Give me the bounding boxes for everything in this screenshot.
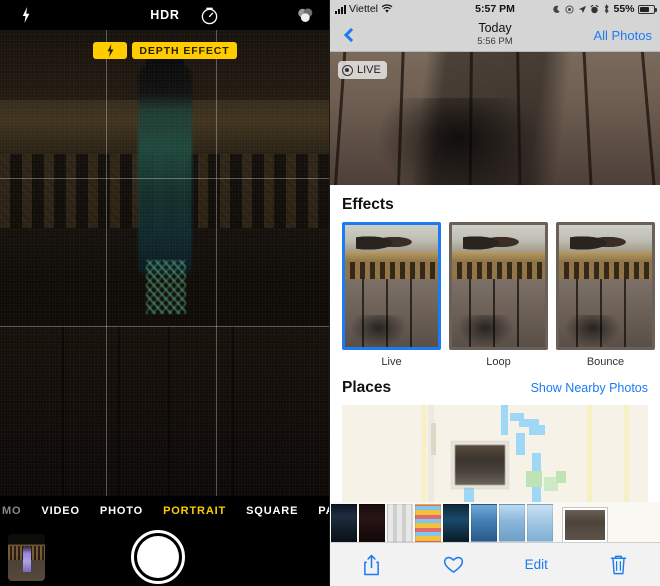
camera-mode-photo[interactable]: PHOTO [90,505,153,517]
places-title: Places [342,379,392,396]
moon-icon [553,5,560,13]
trash-icon [611,555,627,575]
photo-filmstrip[interactable] [330,502,660,542]
effect-item-loop[interactable]: Loop [449,222,548,368]
effect-item-live[interactable]: Live [342,222,441,368]
all-photos-button[interactable]: All Photos [593,18,652,52]
share-button[interactable] [330,554,413,576]
grid-line-vertical-1 [106,30,107,496]
location-arrow-icon [578,5,587,13]
show-nearby-photos-button[interactable]: Show Nearby Photos [531,381,648,395]
live-photo-label: LIVE [357,64,381,76]
map-photo-pin[interactable] [452,441,509,488]
photo-shadow [378,98,538,185]
camera-top-bar: HDR [0,0,330,30]
camera-mode-square[interactable]: SQUARE [236,505,308,517]
bluetooth-icon [604,4,609,14]
effects-list[interactable]: Live Loop Bounce [330,222,660,368]
depth-effect-badge: DEPTH EFFECT [132,42,237,59]
favorite-button[interactable] [413,555,496,574]
target-icon [565,4,575,14]
last-photo-thumbnail[interactable] [8,534,45,581]
effects-title: Effects [342,196,394,213]
filmstrip-item[interactable] [527,504,553,542]
effect-label: Live [381,356,402,368]
camera-mode-slo-mo[interactable]: MO [0,505,31,517]
panel-divider [329,0,330,586]
photos-app-panel: Viettel 5:57 PM 55% Today 5:56 PM All Ph… [330,0,660,586]
viewfinder-noise [0,30,330,496]
filmstrip-item[interactable] [471,504,497,542]
photo-toolbar: Edit [330,542,660,586]
edit-button[interactable]: Edit [495,557,578,572]
effect-thumbnail [342,222,441,350]
live-photo-badge[interactable]: LIVE [338,61,387,79]
flash-status-badge[interactable] [93,42,128,59]
delete-button[interactable] [578,554,660,575]
effect-label: Bounce [586,356,625,368]
camera-viewfinder[interactable]: DEPTH EFFECT [0,30,330,496]
places-section-header: Places Show Nearby Photos [330,368,660,405]
grid-line-horizontal-1 [0,178,330,179]
places-map[interactable] [342,405,648,513]
share-icon [363,554,379,575]
grid-line-vertical-2 [216,30,217,496]
hdr-toggle[interactable]: HDR [0,0,330,30]
camera-shutter-row [0,526,330,586]
camera-mode-video[interactable]: VIDEO [31,505,89,517]
photos-navigation-bar: Today 5:56 PM All Photos [330,18,660,52]
camera-badges: DEPTH EFFECT [0,42,330,59]
status-bar: Viettel 5:57 PM 55% [330,0,660,18]
camera-app-panel: HDR DEPTH EFFECT MO VIDEO PHOTO PORTRAIT… [0,0,330,586]
camera-bottom-bar: MO VIDEO PHOTO PORTRAIT SQUARE PANO [0,496,330,586]
filmstrip-item[interactable] [415,504,441,542]
grid-line-horizontal-2 [0,326,330,327]
filters-icon[interactable] [292,0,318,30]
effect-label: Loop [486,356,511,368]
status-bar-right: 55% [553,3,657,15]
live-photo-icon [342,64,353,76]
timer-icon[interactable] [196,0,222,30]
effect-item-bounce[interactable]: Bounce [556,222,655,368]
shutter-button[interactable] [131,530,185,584]
dual-screenshot-container: HDR DEPTH EFFECT MO VIDEO PHOTO PORTRAIT… [0,0,660,586]
camera-mode-portrait[interactable]: PORTRAIT [153,505,236,517]
battery-icon [638,4,657,14]
heart-icon [444,556,464,573]
filmstrip-item[interactable] [387,504,413,542]
effect-thumbnail [449,222,548,350]
effects-section-header: Effects [330,185,660,222]
filmstrip-item[interactable] [359,504,385,542]
filmstrip-item[interactable] [499,504,525,542]
photo-viewer[interactable]: LIVE [330,52,660,185]
filmstrip-item[interactable] [443,504,469,542]
filmstrip-item[interactable] [331,504,357,542]
alarm-clock-icon [590,4,599,13]
effect-thumbnail [556,222,655,350]
camera-mode-selector[interactable]: MO VIDEO PHOTO PORTRAIT SQUARE PANO [0,496,330,526]
filmstrip-current-item[interactable] [563,508,607,542]
camera-mode-pano[interactable]: PANO [308,505,330,517]
battery-percent-label: 55% [613,3,635,15]
